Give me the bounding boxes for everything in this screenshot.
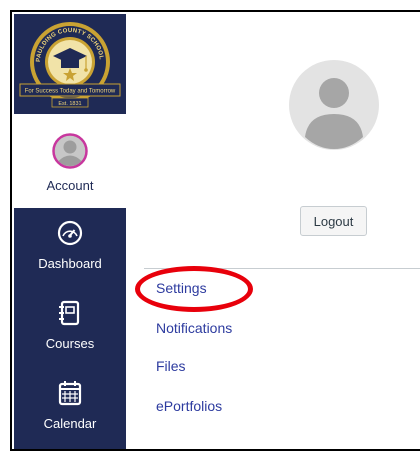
profile-tray: Logout Settings Notifications Files ePor…: [126, 14, 420, 449]
settings-link[interactable]: Settings: [156, 280, 207, 296]
notifications-link[interactable]: Notifications: [156, 320, 232, 336]
nav-item-calendar[interactable]: Calendar: [14, 372, 126, 446]
nav-label-courses: Courses: [45, 336, 95, 351]
global-nav: PAULDING COUNTY SCHOOL DISTRICT For Succ…: [14, 14, 126, 449]
nav-menu: Dashboard Courses Calendar: [14, 208, 126, 449]
divider: [144, 268, 420, 269]
svg-text:Est. 1831: Est. 1831: [58, 101, 81, 107]
nav-label-account: Account: [46, 178, 94, 193]
calendar-icon: [58, 381, 82, 406]
account-avatar-icon: [52, 133, 88, 169]
nav-item-courses[interactable]: Courses: [14, 292, 126, 366]
district-seal-icon: PAULDING COUNTY SCHOOL DISTRICT For Succ…: [14, 14, 121, 108]
files-link[interactable]: Files: [156, 358, 186, 374]
nav-label-dashboard: Dashboard: [38, 256, 102, 271]
notebook-icon: [59, 300, 80, 326]
eportfolios-link[interactable]: ePortfolios: [156, 398, 222, 414]
screenshot-frame: PAULDING COUNTY SCHOOL DISTRICT For Succ…: [10, 10, 420, 451]
profile-avatar-icon: [289, 60, 379, 150]
logout-button[interactable]: Logout: [300, 206, 367, 236]
nav-label-calendar: Calendar: [43, 416, 97, 431]
speedometer-icon: [57, 220, 83, 246]
svg-text:For Success Today and Tomorrow: For Success Today and Tomorrow: [25, 89, 116, 95]
nav-item-account[interactable]: Account: [14, 114, 126, 208]
nav-item-dashboard[interactable]: Dashboard: [14, 212, 126, 286]
district-logo[interactable]: PAULDING COUNTY SCHOOL DISTRICT For Succ…: [14, 14, 126, 114]
